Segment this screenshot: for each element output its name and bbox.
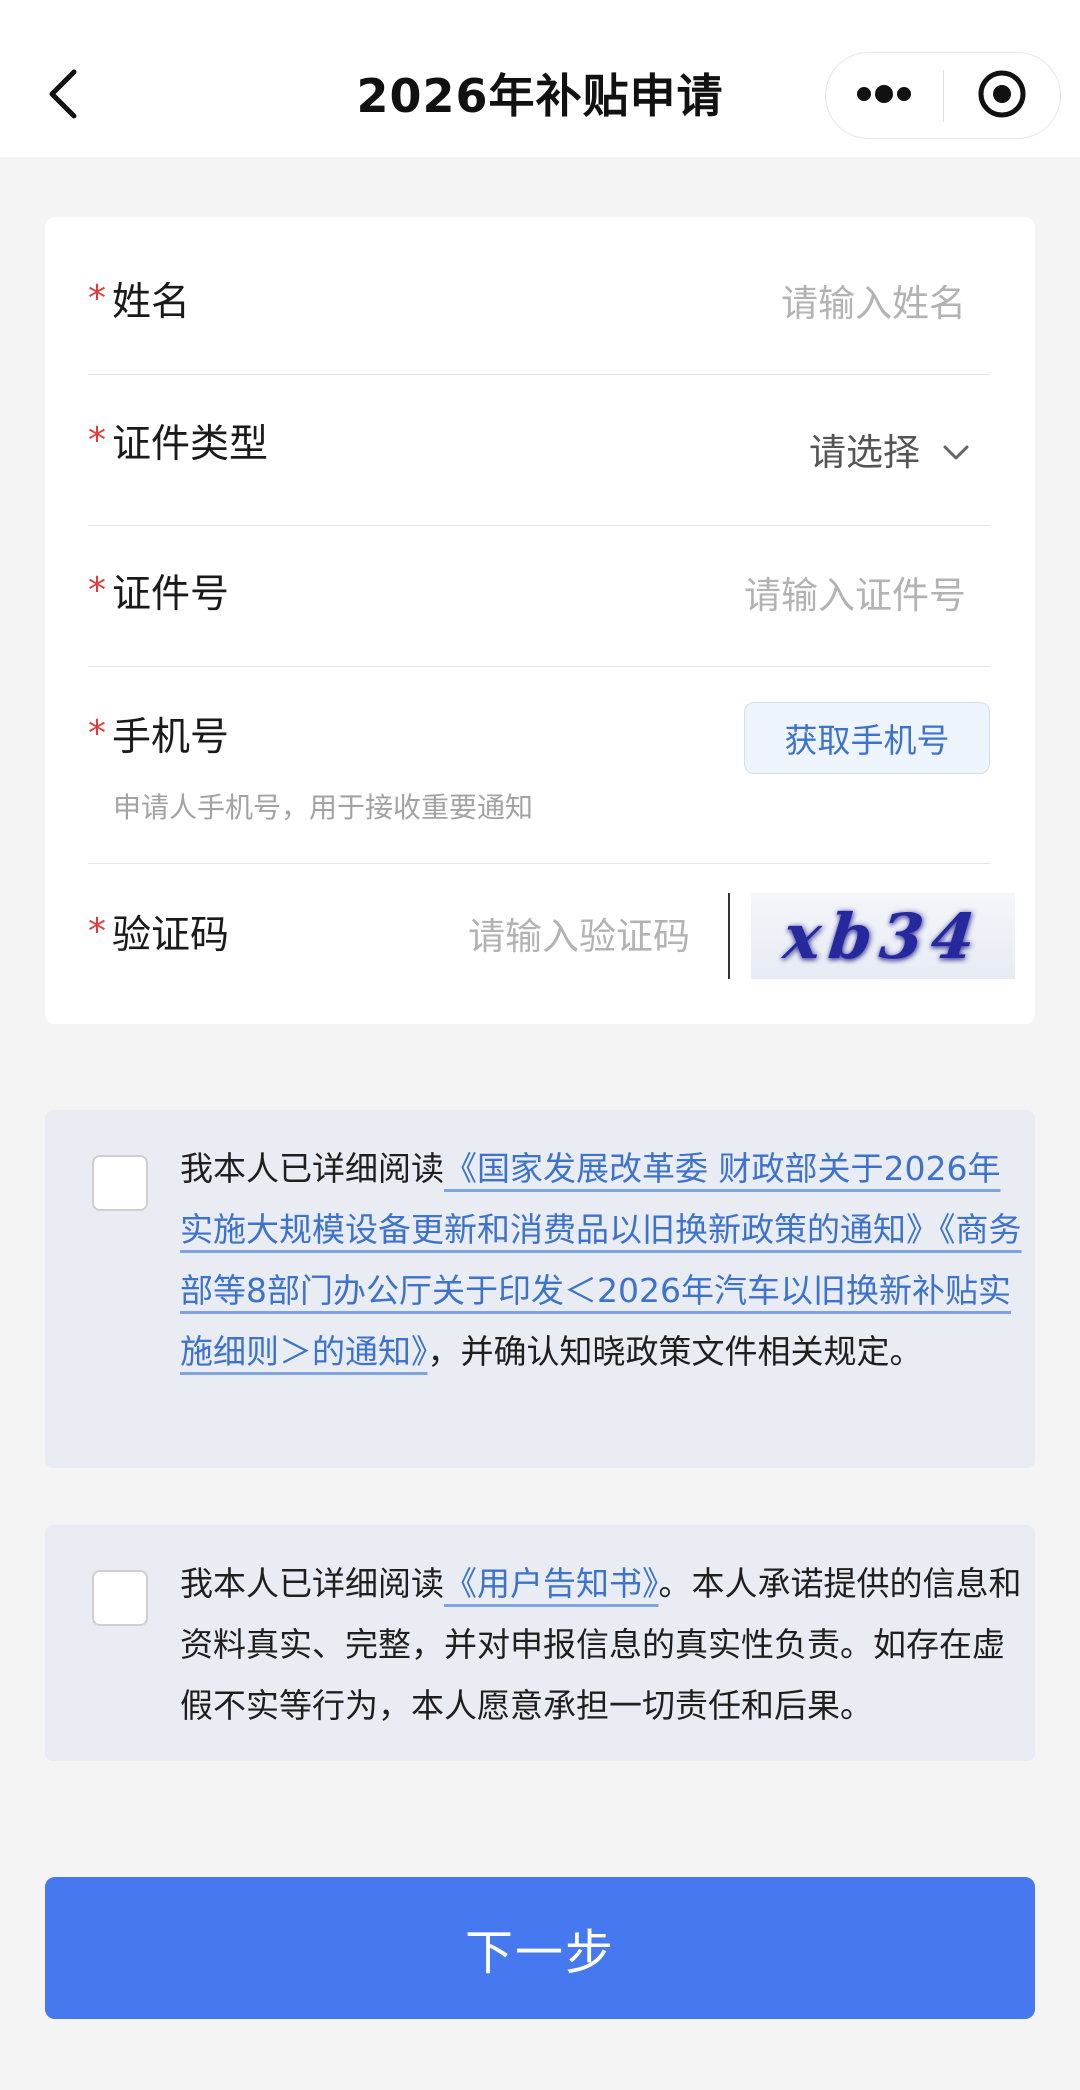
divider: [88, 666, 990, 667]
id-type-label: * 证件类型: [88, 417, 268, 473]
name-label: * 姓名: [88, 275, 190, 331]
phone-hint: 申请人手机号，用于接收重要通知: [113, 791, 534, 824]
captcha-input[interactable]: [350, 908, 690, 964]
target-circle-icon: [977, 69, 1027, 123]
id-number-label: * 证件号: [88, 567, 229, 623]
required-mark: *: [88, 570, 106, 611]
captcha-separator: [728, 893, 730, 979]
chevron-left-icon: [46, 68, 80, 124]
id-number-row: * 证件号: [88, 567, 990, 623]
required-mark: *: [88, 713, 106, 754]
policy-agreement-text: 我本人已详细阅读《国家发展改革委 财政部关于2026年实施大规模设备更新和消费品…: [180, 1138, 1030, 1382]
required-mark: *: [88, 420, 106, 461]
applicant-form: * 姓名 * 证件类型 请选择 * 证件号 * 手机号 获取手: [45, 217, 1035, 1024]
divider: [88, 374, 990, 375]
required-mark: *: [88, 911, 106, 952]
user-notice-agreement-text: 我本人已详细阅读《用户告知书》。本人承诺提供的信息和资料真实、完整，并对申报信息…: [180, 1553, 1030, 1736]
phone-label-text: 手机号: [112, 715, 230, 760]
captcha-label: * 验证码: [88, 908, 229, 964]
id-type-label-text: 证件类型: [112, 422, 269, 467]
chevron-down-icon: [942, 444, 970, 462]
phone-label: * 手机号: [88, 710, 229, 766]
divider: [88, 525, 990, 526]
policy-agreement-checkbox[interactable]: [92, 1155, 148, 1211]
user-notice-checkbox[interactable]: [92, 1570, 148, 1626]
more-button[interactable]: [826, 52, 943, 139]
agreement-suffix: ，并确认知晓政策文件相关规定。: [427, 1332, 923, 1371]
close-miniprogram-button[interactable]: [944, 52, 1061, 139]
id-number-label-text: 证件号: [112, 572, 230, 617]
more-dots-icon: [856, 84, 912, 108]
id-type-value: 请选择: [809, 431, 920, 474]
id-number-input[interactable]: [546, 567, 966, 623]
agreement-prefix: 我本人已详细阅读: [180, 1564, 444, 1603]
policy-agreement-card: 我本人已详细阅读《国家发展改革委 财政部关于2026年实施大规模设备更新和消费品…: [45, 1110, 1035, 1468]
name-input[interactable]: [546, 275, 966, 331]
next-step-button[interactable]: 下一步: [45, 1877, 1035, 2019]
get-phone-button[interactable]: 获取手机号: [744, 702, 990, 774]
nav-bar: 2026年补贴申请: [0, 0, 1080, 157]
divider: [88, 863, 990, 864]
captcha-row: * 验证码 xb34: [88, 893, 1015, 979]
back-button[interactable]: [28, 56, 98, 136]
captcha-image[interactable]: xb34: [751, 893, 1015, 979]
id-type-select[interactable]: 请选择: [809, 425, 970, 481]
mini-program-capsule: [825, 52, 1061, 139]
phone-row: * 手机号 获取手机号 申请人手机号，用于接收重要通知: [88, 702, 990, 824]
agreement-prefix: 我本人已详细阅读: [180, 1149, 444, 1188]
id-type-row: * 证件类型 请选择: [88, 417, 990, 487]
captcha-label-text: 验证码: [112, 913, 230, 958]
name-row: * 姓名: [88, 275, 990, 331]
required-mark: *: [88, 278, 106, 319]
user-notice-link[interactable]: 《用户告知书》: [444, 1564, 659, 1603]
name-label-text: 姓名: [112, 280, 191, 325]
captcha-image-text: xb34: [779, 899, 987, 973]
user-notice-agreement-card: 我本人已详细阅读《用户告知书》。本人承诺提供的信息和资料真实、完整，并对申报信息…: [45, 1525, 1035, 1761]
